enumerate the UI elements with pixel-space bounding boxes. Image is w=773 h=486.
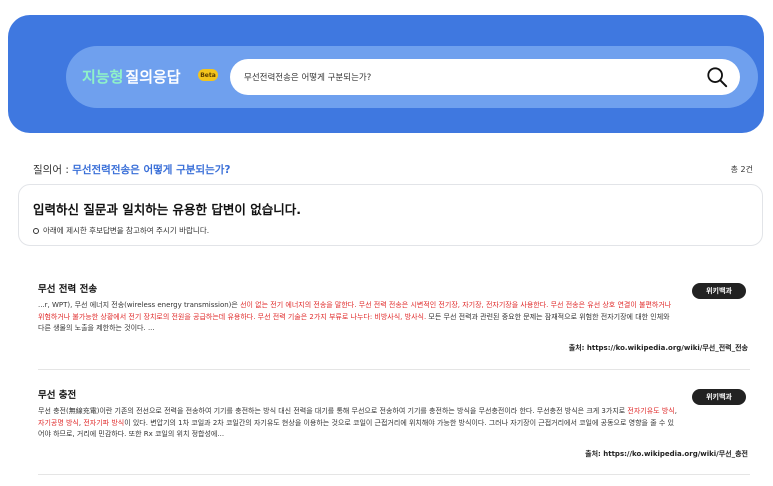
- header-banner: 지능형 질의응답 Beta: [8, 15, 764, 133]
- brand-part1: 지능형: [82, 68, 124, 86]
- query-text: 무선전력전송은 어떻게 구분되는가?: [72, 164, 231, 176]
- divider: [38, 369, 750, 370]
- result-snippet: ...r, WPT), 무선 에너지 전송(wireless energy tr…: [38, 300, 678, 335]
- wikipedia-button[interactable]: 위키백과: [692, 389, 746, 405]
- query-label: 질의어 :: [33, 164, 73, 176]
- notice-subtitle-text: 아래에 제시한 후보답변을 참고하여 주시기 바랍니다.: [43, 226, 210, 235]
- snippet-highlight: 자기공명 방식: [38, 418, 79, 427]
- wikipedia-button[interactable]: 위키백과: [692, 283, 746, 299]
- divider: [38, 474, 750, 475]
- result-count: 총 2건: [730, 165, 753, 174]
- result-title: 무선 전력 전송: [38, 284, 98, 295]
- result-item: 무선 전력 전송 ...r, WPT), 무선 에너지 전송(wireless …: [38, 281, 750, 352]
- brand-part2: 질의응답: [125, 68, 181, 86]
- circle-bullet-icon: [33, 228, 39, 234]
- search-bar: 지능형 질의응답 Beta: [66, 46, 758, 108]
- snippet-highlight: 전자기유도 방식: [627, 407, 675, 415]
- snippet-text: ...r, WPT), 무선 에너지 전송(wireless energy tr…: [38, 301, 241, 309]
- query-line: 질의어 : 무선전력전송은 어떻게 구분되는가?: [33, 162, 231, 177]
- snippet-text: 무선 충전(無線充電)이란 기존의 전선으로 전력을 전송하여 기기를 충전하는…: [38, 407, 628, 415]
- no-answer-notice: 입력하신 질문과 일치하는 유용한 답변이 없습니다. 아래에 제시한 후보답변…: [18, 184, 763, 246]
- result-item: 무선 충전 무선 충전(無線充電)이란 기존의 전선으로 전력을 전송하여 기기…: [38, 387, 750, 458]
- snippet-text: ,: [674, 407, 677, 415]
- brand-logo: 지능형 질의응답: [82, 66, 181, 87]
- search-box[interactable]: [230, 59, 740, 95]
- notice-title: 입력하신 질문과 일치하는 유용한 답변이 없습니다.: [33, 202, 302, 217]
- result-source[interactable]: 출처: https://ko.wikipedia.org/wiki/무선_충전: [585, 449, 748, 459]
- notice-subtitle: 아래에 제시한 후보답변을 참고하여 주시기 바랍니다.: [33, 225, 209, 236]
- snippet-highlight: 전자기파 방식: [83, 418, 125, 427]
- beta-badge: Beta: [198, 69, 218, 81]
- snippet-text: 이 있다. 변압기의 1차 코일과 2차 코일간의 자기유도 현상을 이용하는 …: [38, 418, 674, 439]
- search-icon[interactable]: [706, 66, 728, 88]
- result-title: 무선 충전: [38, 390, 77, 401]
- result-source[interactable]: 출처: https://ko.wikipedia.org/wiki/무선_전력_…: [569, 343, 748, 353]
- result-snippet: 무선 충전(無線充電)이란 기존의 전선으로 전력을 전송하여 기기를 충전하는…: [38, 406, 678, 441]
- search-input[interactable]: [244, 59, 674, 95]
